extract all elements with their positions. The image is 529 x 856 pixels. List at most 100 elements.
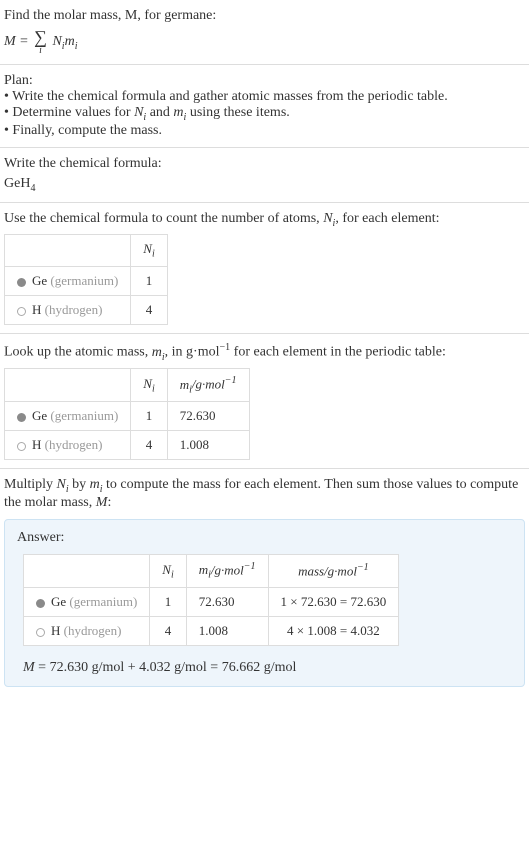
table-row: H (hydrogen) 4 1.008 [5,431,250,460]
table-row: Ge (germanium) 1 [5,266,168,295]
h-unit-exp: −1 [225,375,237,386]
count-ni: N [323,211,332,226]
c-mi: m [90,477,100,492]
plan-bullet-1: • Write the chemical formula and gather … [4,89,525,105]
plan-heading: Plan: [4,73,525,89]
plan-b2-c: using these items. [186,105,289,120]
answer-box: Answer: Ni mi/g·mol−1 mass/g·mol−1 Ge (g… [4,519,525,687]
c-b: by [69,477,90,492]
m-cell: 72.630 [167,402,249,431]
n-cell: 4 [150,617,186,646]
el-name: (germanium) [50,408,118,423]
mass-line-c: for each element in the periodic table: [230,345,446,360]
ni-header: Ni [131,235,167,267]
element-dot-icon [36,628,45,637]
molar-mass-result: M = 72.630 g/mol + 4.032 g/mol = 76.662 … [23,660,512,676]
n-cell: 1 [131,402,167,431]
table-header-row: Ni mi/g·mol−1 [5,369,250,402]
empty-header [5,235,131,267]
plan-bullet-3: • Finally, compute the mass. [4,123,525,139]
plan-section: Plan: • Write the chemical formula and g… [0,65,529,148]
element-cell: H (hydrogen) [5,295,131,324]
a-ni-sub: i [171,569,174,580]
chem-sub: 4 [30,183,35,194]
element-dot-icon [17,442,26,451]
sigma-icon: ∑i [34,28,47,56]
plan-bullet-2: • Determine values for Ni and mi using t… [4,105,525,123]
count-table: Ni Ge (germanium) 1 H (hydrogen) 4 [4,234,168,325]
c-d: : [107,495,111,510]
calc-cell: 4 × 1.008 = 4.032 [268,617,399,646]
chem-formula-section: Write the chemical formula: GeH4 [0,148,529,203]
element-cell: Ge (germanium) [5,266,131,295]
n-cell: 1 [150,588,186,617]
mi-header: mi/g·mol−1 [167,369,249,402]
mass-header: mass/g·mol−1 [268,555,399,588]
intro-formula: M = ∑i Nimi [4,28,525,56]
el-name: (hydrogen) [45,302,103,317]
mi-header: mi/g·mol−1 [186,555,268,588]
element-cell: H (hydrogen) [24,617,150,646]
intro-text: Find the molar mass, M, for germane: [4,8,216,23]
chem-main: GeH [4,176,30,191]
answer-table: Ni mi/g·mol−1 mass/g·mol−1 Ge (germanium… [23,554,399,646]
n-cell: 4 [131,431,167,460]
count-line-a: Use the chemical formula to count the nu… [4,211,323,226]
el-sym: H [32,437,41,452]
table-header-row: Ni mi/g·mol−1 mass/g·mol−1 [24,555,399,588]
a-mass-exp: −1 [357,562,369,573]
m-cell: 1.008 [186,617,268,646]
formula-n: N [49,34,62,49]
formula-lhs: M = [4,34,32,49]
c-ni: N [57,477,66,492]
empty-header [24,555,150,588]
element-cell: Ge (germanium) [24,588,150,617]
table-row: Ge (germanium) 1 72.630 [5,402,250,431]
table-row: H (hydrogen) 4 1.008 4 × 1.008 = 4.032 [24,617,399,646]
element-dot-icon [17,307,26,316]
el-sym: Ge [32,273,47,288]
n-cell: 4 [131,295,167,324]
el-sym: H [32,302,41,317]
count-section: Use the chemical formula to count the nu… [0,203,529,334]
m-cell: 1.008 [167,431,249,460]
el-name: (hydrogen) [45,437,103,452]
el-sym: Ge [32,408,47,423]
mass-exp: −1 [220,342,231,353]
table-row: H (hydrogen) 4 [5,295,168,324]
h-ni-sub: i [152,384,155,395]
intro-section: Find the molar mass, M, for germane: M =… [0,0,529,65]
plan-b2-b: and [146,105,173,120]
h-unit: /g·mol [192,377,225,392]
element-dot-icon [17,278,26,287]
compute-line: Multiply Ni by mi to compute the mass fo… [4,477,525,511]
empty-header [5,369,131,402]
count-line-b: , for each element: [335,211,439,226]
a-mass: mass/g·mol [298,564,357,579]
element-cell: Ge (germanium) [5,402,131,431]
result-var: M [23,660,35,675]
element-dot-icon [36,599,45,608]
ni-header: Ni [131,369,167,402]
intro-line: Find the molar mass, M, for germane: [4,8,525,24]
a-unit-exp: −1 [244,561,256,572]
table-header-row: Ni [5,235,168,267]
el-sym: H [51,623,60,638]
mass-line-a: Look up the atomic mass, [4,345,152,360]
h-ni: N [143,241,152,256]
var-m: m [173,105,183,120]
h-ni-sub: i [152,249,155,260]
c-mvar: M [96,495,108,510]
el-name: (hydrogen) [64,623,122,638]
mass-mi: m [152,345,162,360]
el-name: (germanium) [69,594,137,609]
h-ni: N [143,376,152,391]
calc-cell: 1 × 72.630 = 72.630 [268,588,399,617]
answer-label: Answer: [17,530,512,546]
chem-line: Write the chemical formula: [4,156,525,172]
mass-line: Look up the atomic mass, mi, in g·mol−1 … [4,342,525,362]
element-cell: H (hydrogen) [5,431,131,460]
a-ni: N [162,562,171,577]
mass-table: Ni mi/g·mol−1 Ge (germanium) 1 72.630 H … [4,368,250,460]
result-val: = 72.630 g/mol + 4.032 g/mol = 76.662 g/… [35,660,297,675]
